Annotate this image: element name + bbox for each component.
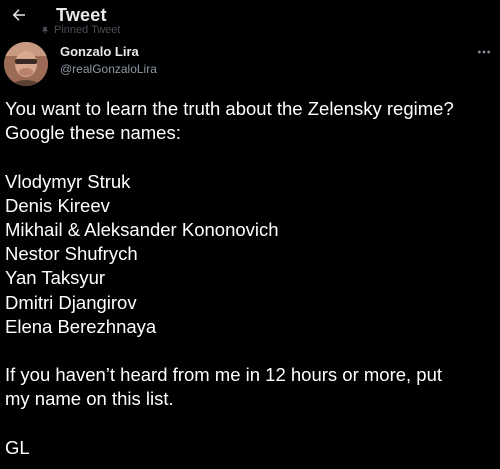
name-list-item: Nestor Shufrych bbox=[5, 243, 138, 265]
profile-photo bbox=[4, 42, 48, 86]
tweet-intro-line: You want to learn the truth about the Ze… bbox=[5, 98, 454, 119]
name-list-item: Mikhail & Aleksander Kononovich bbox=[5, 219, 279, 240]
page-title: Tweet bbox=[56, 5, 107, 25]
name-list-item: Dmitri Djangirov bbox=[5, 291, 137, 313]
pin-icon bbox=[42, 26, 48, 35]
arrow-left-icon bbox=[12, 9, 25, 21]
tweet-outro-line: my name on this list. bbox=[5, 388, 174, 410]
name-list-item: Elena Berezhnaya bbox=[5, 315, 157, 337]
name-list-item: Yan Taksyur bbox=[5, 267, 106, 289]
name-list-item: Vlodymyr Struk bbox=[5, 170, 131, 192]
tweet-outro-line: If you haven’t heard from me in 12 hours… bbox=[5, 364, 443, 386]
tweet-author: Gonzalo Lira @realGonzaloLira bbox=[4, 42, 496, 86]
author-names: Gonzalo Lira @realGonzaloLira bbox=[60, 44, 157, 78]
tweet-signoff: GL bbox=[5, 436, 30, 458]
name-list-item: Denis Kireev bbox=[5, 194, 110, 216]
pinned-indicator: Pinned Tweet bbox=[40, 24, 120, 36]
more-options-button[interactable] bbox=[474, 42, 494, 62]
user-handle[interactable]: @realGonzaloLira bbox=[60, 60, 157, 78]
tweet-text: You want to learn the truth about the Ze… bbox=[5, 97, 495, 460]
avatar[interactable] bbox=[4, 42, 48, 86]
pinned-label: Pinned Tweet bbox=[54, 24, 121, 36]
display-name[interactable]: Gonzalo Lira bbox=[60, 44, 157, 60]
tweet-intro-line: Google these names: bbox=[5, 122, 181, 144]
back-button[interactable] bbox=[8, 4, 30, 26]
more-options-icon bbox=[478, 50, 490, 54]
